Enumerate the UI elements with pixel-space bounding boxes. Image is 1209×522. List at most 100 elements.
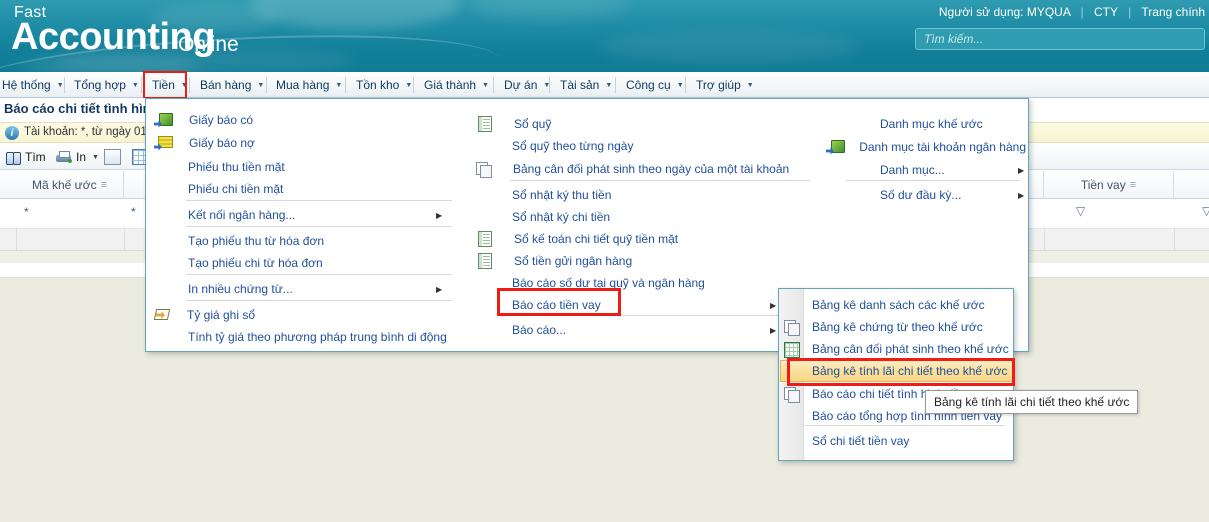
- app-header-banner: Fast Accounting Online Người sử dụng: MY…: [0, 0, 1209, 72]
- grid-column-ma-khe-uoc[interactable]: Mã khế ước ≡: [16, 171, 124, 199]
- menu-item-bao-cao-so-du[interactable]: Báo cáo số dư tại quỹ và ngân hàng: [510, 272, 818, 294]
- menu-item-ty-gia-ghi-so[interactable]: Tỷ giá ghi sổ: [154, 304, 444, 326]
- menubar-item-tong-hop[interactable]: Tổng hợp ▼: [66, 72, 140, 98]
- printer-icon: [56, 150, 72, 164]
- menu-separator: [186, 274, 452, 275]
- menubar-item-label: Tổng hợp: [74, 78, 126, 92]
- search-input[interactable]: [916, 29, 1204, 49]
- find-button[interactable]: Tìm: [2, 146, 50, 168]
- menu-item-so-ke-toan-chi-tiet-quy[interactable]: Sổ kế toán chi tiết quỹ tiền mặt: [478, 228, 818, 250]
- submenu-arrow-icon: ▶: [1018, 166, 1025, 175]
- coins-out-icon: [154, 135, 173, 151]
- menubar-item-tai-san[interactable]: Tài sản ▼: [552, 72, 618, 98]
- grid-column-tien-vay[interactable]: Tiền vay ≡: [1044, 171, 1174, 199]
- print-button[interactable]: In ▼: [52, 146, 103, 168]
- menu-item-so-quy[interactable]: Sổ quỹ: [478, 113, 818, 135]
- submenu-item-bang-can-doi-phat-sinh[interactable]: Bảng cân đối phát sinh theo khế ước: [780, 338, 1014, 360]
- menu-item-danh-muc-tai-khoan-ngan-hang[interactable]: Danh mục tài khoản ngân hàng: [814, 136, 1026, 158]
- export-icon: [104, 149, 121, 165]
- find-button-label: Tìm: [25, 150, 46, 164]
- export-button[interactable]: [100, 146, 125, 168]
- menubar-item-label: Tồn kho: [356, 78, 400, 92]
- submenu-item-bang-ke-tinh-lai[interactable]: Bảng kê tính lãi chi tiết theo khế ước: [780, 360, 1014, 382]
- money-in-icon: [154, 112, 173, 128]
- book-icon: [478, 231, 492, 247]
- menu-item-label: Sổ nhật ký thu tiền: [512, 188, 612, 202]
- menubar-item-tro-giup[interactable]: Trợ giúp ▼: [688, 72, 760, 98]
- new-row-marker: *: [24, 205, 29, 219]
- menu-item-so-nhat-ky-thu-tien[interactable]: Sổ nhật ký thu tiền: [510, 184, 818, 206]
- menu-item-label: Báo cáo tiền vay: [512, 298, 601, 312]
- menu-separator: [846, 180, 1020, 181]
- menu-item-label: Danh mục khế ước: [880, 117, 983, 131]
- menu-item-so-nhat-ky-chi-tien[interactable]: Sổ nhật ký chi tiền: [510, 206, 818, 228]
- menu-separator: [186, 300, 452, 301]
- submenu-item-bang-ke-chung-tu[interactable]: Bảng kê chứng từ theo khế ước: [780, 316, 1014, 338]
- menu-item-bang-can-doi-phat-sinh-ngay[interactable]: Bảng cân đối phát sinh theo ngày của một…: [476, 158, 818, 180]
- home-link[interactable]: Trang chính: [1141, 5, 1205, 19]
- menubar-item-mua-hang[interactable]: Mua hàng ▼: [268, 72, 348, 98]
- binoculars-icon: [6, 151, 21, 165]
- menu-item-so-quy-theo-tung-ngay[interactable]: Sổ quỹ theo từng ngày: [510, 135, 818, 157]
- company-link[interactable]: CTY: [1094, 5, 1118, 19]
- menu-item-phieu-chi-tien-mat[interactable]: Phiếu chi tiền mặt: [186, 178, 444, 200]
- menubar-item-label: Dự án: [504, 78, 538, 92]
- menu-item-label: Danh mục tài khoản ngân hàng: [859, 140, 1026, 154]
- menubar-item-tien[interactable]: Tiền ▼: [143, 71, 188, 99]
- menubar-item-label: Tiền: [152, 78, 175, 92]
- copy-icon: [784, 320, 800, 336]
- menu-item-so-tien-gui-ngan-hang[interactable]: Sổ tiền gửi ngân hàng: [478, 250, 818, 272]
- menubar-separator: [141, 77, 142, 93]
- menu-item-so-du-dau-ky[interactable]: Số dư đầu kỳ...: [846, 184, 1026, 206]
- menubar-item-cong-cu[interactable]: Công cụ ▼: [618, 72, 690, 98]
- grid-column-end[interactable]: [1174, 171, 1209, 199]
- new-row-marker: *: [131, 205, 136, 219]
- tooltip: Bảng kê tính lãi chi tiết theo khế ước: [925, 390, 1139, 414]
- submenu-item-so-chi-tiet-tien-vay[interactable]: Sổ chi tiết tiền vay: [780, 430, 1014, 452]
- menu-item-label: Sổ nhật ký chi tiền: [512, 210, 611, 224]
- menu-item-giay-bao-no[interactable]: Giấy báo nợ: [154, 132, 444, 154]
- menubar-item-gia-thanh[interactable]: Giá thành ▼: [416, 72, 494, 98]
- menu-item-tao-phieu-chi-tu-hoa-don[interactable]: Tạo phiếu chi từ hóa đơn: [186, 252, 444, 274]
- chevron-down-icon: ▼: [676, 81, 684, 89]
- chevron-down-icon: ▼: [257, 81, 265, 89]
- menu-item-label: In nhiều chứng từ...: [188, 282, 293, 296]
- chevron-down-icon: ▼: [746, 81, 754, 89]
- menu-item-giay-bao-co[interactable]: Giấy báo có: [154, 109, 444, 131]
- submenu-item-bang-ke-danh-sach[interactable]: Bảng kê danh sách các khế ước: [780, 294, 1014, 316]
- menu-item-tinh-ty-gia[interactable]: Tính tỷ giá theo phương pháp trung bình …: [186, 326, 476, 348]
- menu-separator: [186, 226, 452, 227]
- menu-item-ket-noi-ngan-hang[interactable]: Kết nối ngân hàng...: [186, 204, 444, 226]
- submenu-item-label: Sổ chi tiết tiền vay: [812, 434, 910, 448]
- menu-item-label: Tính tỷ giá theo phương pháp trung bình …: [188, 330, 447, 344]
- menubar-item-ton-kho[interactable]: Tồn kho ▼: [348, 72, 416, 98]
- submenu-arrow-icon: ▶: [436, 211, 443, 220]
- menu-item-danh-muc-khe-uoc[interactable]: Danh mục khế ước: [846, 113, 1026, 135]
- menu-item-label: Sổ tiền gửi ngân hàng: [514, 254, 633, 268]
- menu-item-tao-phieu-thu-tu-hoa-don[interactable]: Tạo phiếu thu từ hóa đơn: [186, 230, 444, 252]
- cloud-decoration: [600, 30, 860, 64]
- sort-icon: ≡: [100, 179, 107, 191]
- filter-icon[interactable]: ▽: [1076, 204, 1085, 218]
- menubar-item-he-thong[interactable]: Hệ thống ▼: [0, 72, 64, 98]
- filter-icon[interactable]: ▽: [1202, 204, 1209, 218]
- info-bar-text: Tài khoản: *, từ ngày 01: [24, 126, 147, 138]
- chevron-down-icon: ▼: [605, 81, 613, 89]
- search-box[interactable]: [915, 28, 1205, 50]
- menu-item-label: Kết nối ngân hàng...: [188, 208, 296, 222]
- chevron-down-icon: ▼: [335, 81, 343, 89]
- menubar-item-label: Công cụ: [626, 78, 671, 92]
- menu-separator: [510, 315, 810, 316]
- chevron-down-icon: ▼: [131, 81, 139, 89]
- logo-online-text: Online: [178, 33, 239, 56]
- chevron-down-icon: ▼: [482, 81, 489, 89]
- book-icon: [478, 116, 492, 132]
- menu-item-danh-muc[interactable]: Danh mục...: [846, 159, 1026, 181]
- menubar-item-ban-hang[interactable]: Bán hàng ▼: [192, 72, 268, 98]
- menu-item-label: Bảng cân đối phát sinh theo ngày của một…: [513, 162, 790, 176]
- link-separator: |: [1080, 5, 1084, 19]
- menubar-item-du-an[interactable]: Dự án ▼: [496, 72, 554, 98]
- menu-item-in-nhieu-chung-tu[interactable]: In nhiều chứng từ...: [186, 278, 444, 300]
- header-links: Người sử dụng: MYQUA | CTY | Trang chính: [939, 5, 1205, 19]
- menu-item-phieu-thu-tien-mat[interactable]: Phiếu thu tiền mặt: [186, 156, 444, 178]
